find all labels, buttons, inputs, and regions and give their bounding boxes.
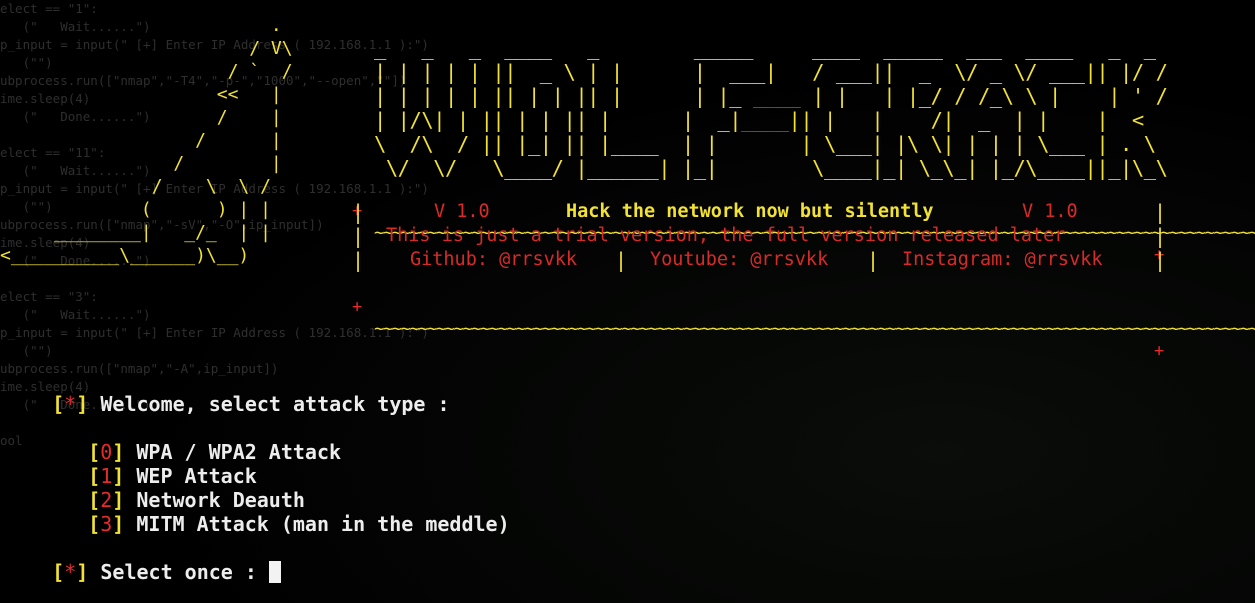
prompt-bracket: [ <box>52 392 65 416</box>
border-line: ~~~~~~~~~~~~~~~~~~~~~~~~~~~~~~~~~~~~~~~~… <box>374 319 1255 339</box>
github-handle: Github: @rrsvkk <box>410 249 578 270</box>
select-text: Select once : <box>100 560 257 584</box>
wolf-art-line: / \ \ / <box>0 176 271 197</box>
logo-art-line: \ /\ / || |_| || |____ | | | \___| |\ \|… <box>374 132 1156 156</box>
option-label: MITM Attack (man in the meddle) <box>136 512 510 536</box>
logo-art-line: \/ \/ \____/ |______| |_| \____|_| \_\_|… <box>374 156 1168 180</box>
wolf-art-line: / V\ <box>0 38 293 59</box>
border-pipe: | <box>1154 224 1167 248</box>
border-pipe: | <box>1154 248 1167 272</box>
instagram-handle: Instagram: @rrsvkk <box>902 249 1103 270</box>
social-separator: | <box>867 248 880 272</box>
wolf-crack-logo: _ _ _ ____ _ _____ ____ _____ ___ ____ _… <box>374 36 1168 180</box>
border-pipe: | <box>352 200 365 224</box>
wolf-art-line: . <box>0 15 282 36</box>
youtube-handle: Youtube: @rrsvkk <box>650 249 829 270</box>
border-corner: + <box>352 297 363 317</box>
wolf-art-line: / | <box>0 130 282 151</box>
select-prompt[interactable]: [*] Select once : <box>4 536 281 603</box>
tagline: Hack the network now but silently <box>566 201 934 222</box>
option-bracket: ] <box>112 512 125 536</box>
wolf-art-line: / | <box>0 107 282 128</box>
border-corner: + <box>1154 341 1165 361</box>
prompt-star: * <box>64 560 77 584</box>
logo-art-line: _ _ _ ____ _ _____ ____ _____ ___ ____ _… <box>374 36 1156 60</box>
border-pipe: | <box>352 248 365 272</box>
border-pipe: | <box>352 224 365 248</box>
logo-dash: ____ <box>752 84 801 108</box>
banner-bottom-border: + ~~~~~~~~~~~~~~~~~~~~~~~~~~~~~~~~~~~~~~… <box>350 274 1255 361</box>
welcome-text: Welcome, select attack type : <box>100 392 450 416</box>
version-left: V 1.0 <box>434 201 490 222</box>
prompt-star: * <box>64 392 77 416</box>
prompt-bracket: ] <box>76 560 89 584</box>
wolf-art-line: <__________\______)\__) <box>0 245 250 266</box>
banner-top-border: + ~~~~~~~~~~~~~~~~~~~~~~~~~~~~~~~~~~~~~~… <box>350 178 1255 265</box>
wolf-art-line: / ` / <box>0 61 293 82</box>
logo-art-line: | | | | | || _ \ | | | ___| / ___|| _ \/… <box>374 60 1168 84</box>
terminal-cursor[interactable] <box>268 561 281 583</box>
option-index: 3 <box>100 512 113 536</box>
option-bracket: [ <box>88 512 101 536</box>
trial-notice: This is just a trial version, the full v… <box>386 225 1066 246</box>
wolf-art-line: / | <box>0 153 282 174</box>
wolf-ascii-art: . / V\ / ` / << | / | / | / | / \ \ / ( <box>0 14 293 267</box>
terminal-window: elect == "1": (" Wait......") p_input = i… <box>0 0 1255 603</box>
social-separator: | <box>615 248 628 272</box>
prompt-bracket: [ <box>52 560 65 584</box>
logo-art-line: | |/\| | || | | || | | _|____|| | | /| _… <box>374 108 1144 132</box>
wolf-art-line: << | <box>0 84 282 105</box>
wolf-art-line: ( ) | | <box>0 199 271 220</box>
version-right: V 1.0 <box>1022 201 1078 222</box>
border-pipe: | <box>1154 200 1167 224</box>
info-banner: + ~~~~~~~~~~~~~~~~~~~~~~~~~~~~~~~~~~~~~~… <box>350 178 1255 361</box>
logo-art-line: | | | | | || | | || | | |_ ____ | | | |_… <box>374 84 1168 108</box>
logo-dash: ____ <box>741 108 789 132</box>
prompt-bracket: ] <box>76 392 89 416</box>
wolf-art-line: ________| _/_ | | <box>0 222 271 243</box>
